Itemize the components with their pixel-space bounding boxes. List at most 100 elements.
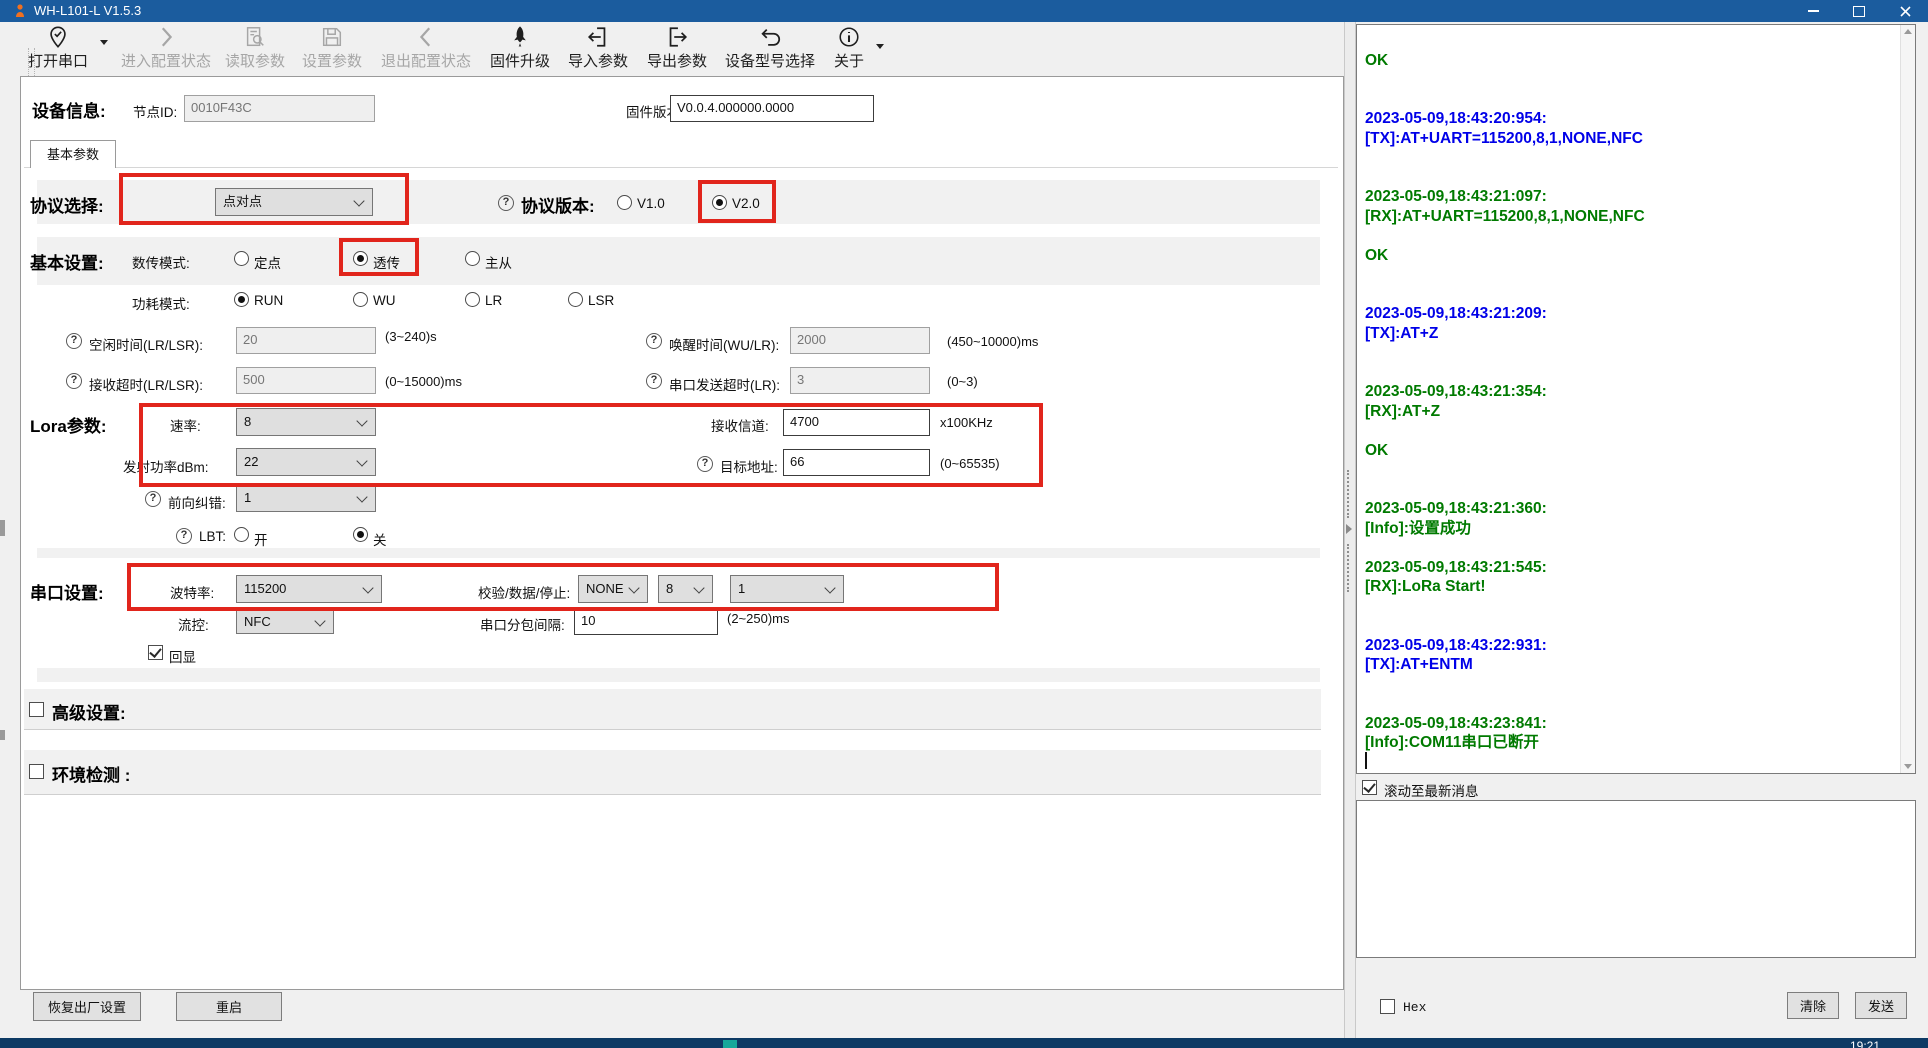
hex-checkbox[interactable]: [1380, 999, 1395, 1014]
environment-label[interactable]: 环境检测 :: [52, 761, 130, 786]
send-input[interactable]: [1356, 800, 1916, 958]
radio-lbt-off[interactable]: [353, 527, 368, 542]
radio-run[interactable]: [234, 292, 249, 307]
open-port-dropdown-caret[interactable]: [100, 40, 108, 45]
panel-splitter[interactable]: [1344, 22, 1356, 1038]
scroll-up-arrow[interactable]: [1904, 29, 1912, 34]
log-line: OK: [1365, 441, 1899, 461]
toolbar-open-port-button[interactable]: 打开串口: [20, 25, 96, 71]
toolbar-read-params-button[interactable]: 读取参数: [217, 25, 293, 71]
toolbar-firmware-upgrade-button[interactable]: 固件升级: [482, 25, 558, 71]
radio-mode-fixed[interactable]: [234, 251, 249, 266]
radio-lr[interactable]: [465, 292, 480, 307]
tx-power-select[interactable]: 22: [236, 448, 376, 476]
log-line: 2023-05-09,18:43:21:354:: [1365, 382, 1899, 402]
radio-lbt-on-label[interactable]: 开: [254, 529, 268, 549]
log-output[interactable]: OK 2023-05-09,18:43:20:954: [TX]:AT+UART…: [1356, 24, 1916, 774]
toolbar-export-params-button[interactable]: 导出参数: [639, 25, 715, 71]
send-button[interactable]: 发送: [1855, 992, 1907, 1019]
hex-label[interactable]: Hex: [1403, 1000, 1426, 1015]
restart-button[interactable]: 重启: [176, 992, 282, 1021]
scroll-down-arrow[interactable]: [1904, 764, 1912, 769]
radio-lbt-on[interactable]: [234, 527, 249, 542]
target-address-field[interactable]: 66: [783, 449, 930, 476]
toolbar-label: 进入配置状态: [118, 50, 214, 71]
wake-time-field[interactable]: 2000: [790, 327, 930, 354]
toolbar-model-select-button[interactable]: 设备型号选择: [722, 25, 818, 71]
parity-select-value: NONE: [586, 581, 624, 596]
radio-v2[interactable]: [712, 195, 727, 210]
log-line: [1365, 460, 1899, 480]
data-mode-label: 数传模式:: [132, 252, 190, 272]
databits-select[interactable]: 8: [658, 575, 713, 603]
radio-v1[interactable]: [617, 195, 632, 210]
idle-time-field[interactable]: 20: [236, 327, 376, 354]
help-icon[interactable]: [66, 373, 82, 389]
flow-control-select[interactable]: NFC: [236, 608, 334, 634]
wake-time-label: 唤醒时间(WU/LR):: [669, 334, 779, 354]
stopbits-select[interactable]: 1: [730, 575, 844, 603]
packet-interval-field[interactable]: 10: [574, 608, 718, 635]
toolbar-about-button[interactable]: 关于: [827, 25, 871, 71]
firmware-field[interactable]: V0.0.4.000000.0000: [670, 95, 874, 122]
serial-tx-timeout-field[interactable]: 3: [790, 367, 930, 394]
close-button[interactable]: [1882, 0, 1928, 22]
node-id-field[interactable]: 0010F43C: [184, 95, 375, 122]
help-icon[interactable]: [646, 333, 662, 349]
fec-select[interactable]: 1: [236, 484, 376, 512]
log-line: 2023-05-09,18:43:21:097:: [1365, 187, 1899, 207]
radio-lsr[interactable]: [568, 292, 583, 307]
help-icon[interactable]: [646, 373, 662, 389]
radio-mode-transparent-label[interactable]: 透传: [373, 252, 400, 272]
autoscroll-checkbox[interactable]: [1362, 780, 1377, 795]
log-scrollbar[interactable]: [1900, 25, 1915, 773]
factory-reset-button[interactable]: 恢复出厂设置: [33, 992, 141, 1021]
toolbar-exit-config-button[interactable]: 退出配置状态: [378, 25, 474, 71]
echo-label[interactable]: 回显: [169, 646, 196, 666]
radio-mode-fixed-label[interactable]: 定点: [254, 252, 281, 272]
radio-v2-label[interactable]: V2.0: [732, 196, 760, 211]
import-icon: [586, 25, 610, 49]
radio-lr-label[interactable]: LR: [485, 293, 502, 308]
splitter-collapse-arrow[interactable]: [1346, 524, 1352, 534]
radio-lsr-label[interactable]: LSR: [588, 293, 614, 308]
rx-channel-field[interactable]: 4700: [783, 409, 930, 436]
maximize-button[interactable]: [1836, 0, 1882, 22]
tab-basic-params[interactable]: 基本参数: [30, 140, 116, 168]
radio-mode-master-label[interactable]: 主从: [485, 252, 512, 272]
help-icon[interactable]: [697, 456, 713, 472]
radio-wu[interactable]: [353, 292, 368, 307]
radio-wu-label[interactable]: WU: [373, 293, 396, 308]
help-icon[interactable]: [145, 491, 161, 507]
help-icon[interactable]: [498, 195, 514, 211]
save-icon: [320, 25, 344, 49]
radio-mode-transparent[interactable]: [353, 251, 368, 266]
help-icon[interactable]: [176, 528, 192, 544]
help-icon[interactable]: [66, 333, 82, 349]
taskbar-app-icon[interactable]: [723, 1040, 737, 1048]
radio-run-label[interactable]: RUN: [254, 293, 283, 308]
toolbar-import-params-button[interactable]: 导入参数: [560, 25, 636, 71]
rate-select-value: 8: [244, 414, 251, 429]
echo-checkbox[interactable]: [148, 645, 163, 660]
rx-timeout-field[interactable]: 500: [236, 367, 376, 394]
radio-lbt-off-label[interactable]: 关: [373, 529, 387, 549]
advanced-label[interactable]: 高级设置:: [52, 699, 126, 724]
rx-timeout-label: 接收超时(LR/LSR):: [89, 374, 203, 394]
rate-select[interactable]: 8: [236, 408, 376, 436]
clear-button[interactable]: 清除: [1787, 992, 1839, 1019]
autoscroll-label[interactable]: 滚动至最新消息: [1384, 780, 1479, 800]
radio-v1-label[interactable]: V1.0: [637, 196, 665, 211]
minimize-button[interactable]: [1790, 0, 1836, 22]
protocol-select[interactable]: 点对点: [215, 188, 373, 216]
toolbar-set-params-button[interactable]: 设置参数: [294, 25, 370, 71]
parity-select[interactable]: NONE: [578, 575, 648, 603]
advanced-checkbox[interactable]: [29, 702, 44, 717]
baud-select[interactable]: 115200: [236, 575, 382, 603]
environment-checkbox[interactable]: [29, 764, 44, 779]
toolbar-enter-config-button[interactable]: 进入配置状态: [118, 25, 214, 71]
log-line: [1365, 70, 1899, 90]
idle-time-range: (3~240)s: [385, 329, 437, 344]
about-dropdown-caret[interactable]: [876, 44, 884, 49]
radio-mode-master[interactable]: [465, 251, 480, 266]
